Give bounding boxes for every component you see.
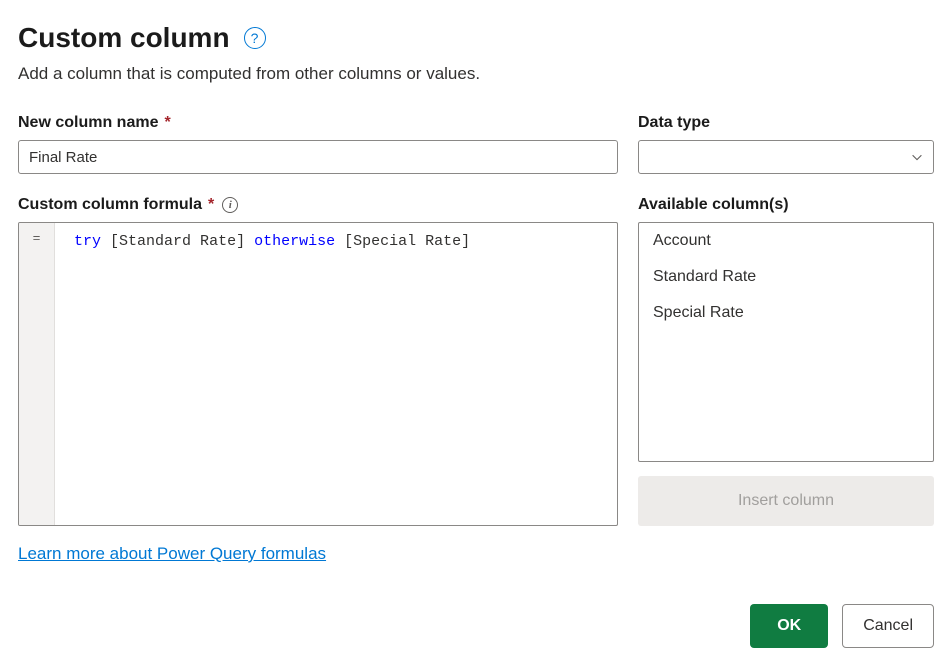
required-asterisk: * <box>164 114 170 132</box>
formula-editor[interactable]: = try [Standard Rate] otherwise [Special… <box>18 222 618 526</box>
new-column-name-label: New column name * <box>18 114 618 132</box>
available-columns-list[interactable]: Account Standard Rate Special Rate <box>638 222 934 462</box>
list-item[interactable]: Special Rate <box>639 295 933 331</box>
dialog-subtitle: Add a column that is computed from other… <box>18 64 934 84</box>
cancel-button[interactable]: Cancel <box>842 604 934 648</box>
data-type-select[interactable] <box>638 140 934 174</box>
list-item[interactable]: Account <box>639 223 933 259</box>
required-asterisk: * <box>208 196 214 214</box>
formula-gutter: = <box>19 223 55 525</box>
new-column-name-input[interactable] <box>18 140 618 174</box>
learn-more-link[interactable]: Learn more about Power Query formulas <box>18 544 326 563</box>
data-type-label: Data type <box>638 114 934 132</box>
help-icon[interactable]: ? <box>244 27 266 49</box>
formula-label: Custom column formula * i <box>18 196 618 214</box>
available-columns-label: Available column(s) <box>638 196 934 214</box>
list-item[interactable]: Standard Rate <box>639 259 933 295</box>
ok-button[interactable]: OK <box>750 604 828 648</box>
insert-column-button: Insert column <box>638 476 934 526</box>
formula-content[interactable]: try [Standard Rate] otherwise [Special R… <box>55 223 617 525</box>
info-icon[interactable]: i <box>222 197 238 213</box>
dialog-title: Custom column <box>18 22 230 54</box>
